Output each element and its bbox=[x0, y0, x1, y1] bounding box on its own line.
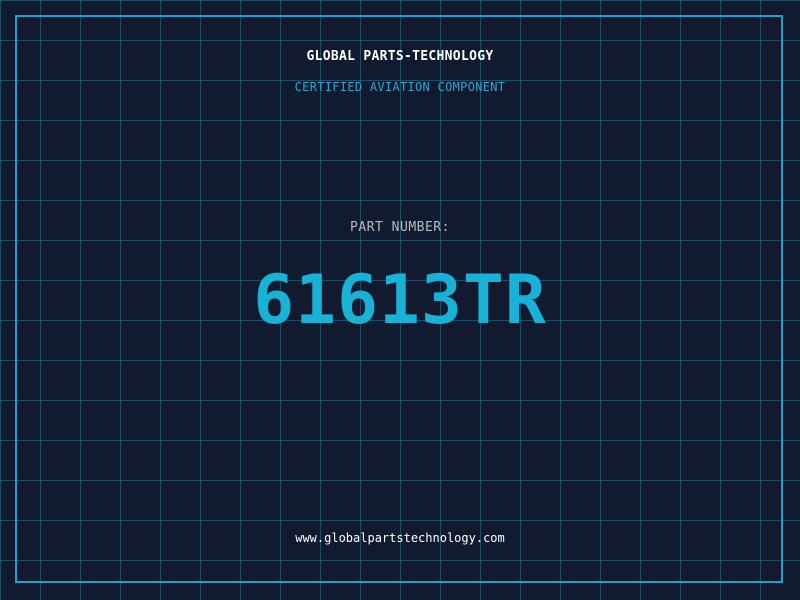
website-url: www.globalpartstechnology.com bbox=[295, 531, 505, 545]
label-card: GLOBAL PARTS-TECHNOLOGY CERTIFIED AVIATI… bbox=[0, 0, 800, 600]
company-name: GLOBAL PARTS-TECHNOLOGY bbox=[306, 49, 494, 64]
part-number-value: 61613TR bbox=[253, 261, 547, 340]
part-number-label: PART NUMBER: bbox=[350, 220, 450, 235]
certification-subtitle: CERTIFIED AVIATION COMPONENT bbox=[294, 80, 506, 94]
